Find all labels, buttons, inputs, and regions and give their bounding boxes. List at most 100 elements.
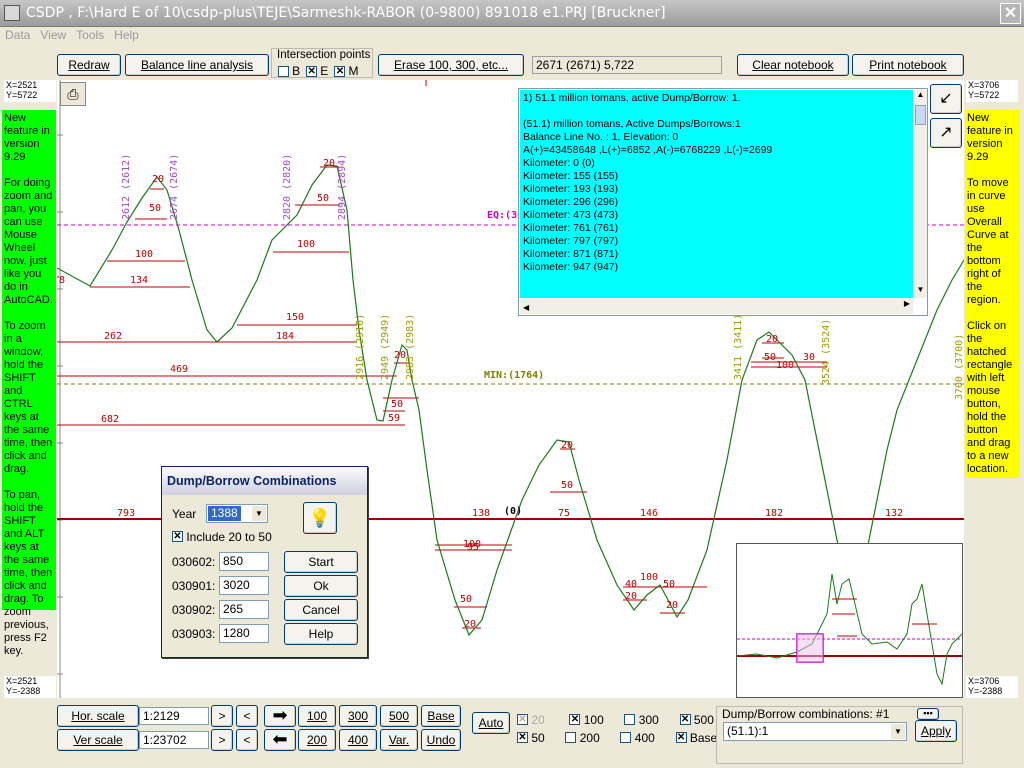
notebook-panel[interactable]: 1) 51.1 million tomans, active Dump/Borr… xyxy=(518,88,928,316)
ver-scale-input[interactable]: 1:23702 xyxy=(139,731,209,749)
auto-button[interactable]: Auto xyxy=(472,712,510,734)
haul-label: 182 xyxy=(765,508,784,519)
check-100[interactable]: ✕ xyxy=(569,714,581,726)
haul-label: 100 xyxy=(297,239,316,250)
app-icon xyxy=(4,5,20,21)
close-button[interactable]: ✕ xyxy=(1000,3,1021,24)
row-label: 030602: xyxy=(172,555,216,569)
haul-label: 8 xyxy=(59,275,66,286)
lightbulb-icon[interactable]: 💡 xyxy=(303,502,337,534)
row-value-input[interactable]: 1280 xyxy=(219,624,269,643)
check-base[interactable]: ✕ xyxy=(675,732,687,744)
hor-scale-button[interactable]: Hor. scale xyxy=(57,705,139,727)
scroll-right-icon[interactable]: ▶ xyxy=(904,299,913,308)
notebook-line: Kilometer: 761 (761) xyxy=(523,222,619,234)
more-icon[interactable]: ▪▪▪ xyxy=(917,708,939,720)
haul-label: 20 xyxy=(561,440,574,451)
ver-next-button[interactable]: > xyxy=(211,729,233,751)
chevron-down-icon[interactable]: ▼ xyxy=(891,724,905,739)
ok-button[interactable]: Ok xyxy=(284,575,358,597)
check-50[interactable]: ✕ xyxy=(517,732,528,744)
haul-label: 138 xyxy=(472,508,491,519)
clear-notebook-button[interactable]: Clear notebook xyxy=(737,54,849,76)
notebook-vscrollbar[interactable]: ▲ ▼ xyxy=(914,90,927,298)
check-200[interactable] xyxy=(565,732,577,744)
dump-borrow-dialog: Dump/Borrow Combinations Year 1388 ▼ 💡 ✕… xyxy=(161,466,368,658)
notebook-line: (51.1) million tomans, Active Dumps/Borr… xyxy=(523,118,741,130)
haul-label: 50 xyxy=(317,193,330,204)
include-checkbox[interactable]: ✕ xyxy=(172,531,183,543)
haul-label: 469 xyxy=(170,364,189,375)
apply-button[interactable]: Apply xyxy=(915,720,957,742)
haul-label: 40 xyxy=(625,579,638,590)
notebook-hscrollbar[interactable]: ◀ ▶ xyxy=(520,299,913,314)
notebook-line: A(+)=43458648 ,L(+)=6852 ,A(-)=6768229 ,… xyxy=(523,144,773,156)
check-300[interactable] xyxy=(624,714,636,726)
coord-top-right: X=3706 Y=5722 xyxy=(966,80,1018,102)
row-value-input[interactable]: 3020 xyxy=(219,576,269,595)
ver-scale-button[interactable]: Ver scale xyxy=(57,729,139,751)
row-value-input[interactable]: 850 xyxy=(219,552,269,571)
balance-line-button[interactable]: Balance line analysis xyxy=(125,54,269,76)
checkbox-e[interactable]: ✕ xyxy=(306,65,318,77)
cancel-button[interactable]: Cancel xyxy=(284,599,358,621)
include-label: Include 20 to 50 xyxy=(186,529,272,544)
haul-label: 132 xyxy=(885,508,904,519)
arrow-left-icon[interactable]: ⬅ xyxy=(264,729,296,751)
scroll-down-icon[interactable]: ▼ xyxy=(914,285,927,298)
checkbox-m[interactable]: ✕ xyxy=(334,65,346,77)
haul-label: 184 xyxy=(276,331,295,342)
overall-curve-panel[interactable] xyxy=(736,543,963,698)
btn-100[interactable]: 100 xyxy=(298,705,336,727)
scroll-thumb[interactable] xyxy=(915,105,926,125)
notebook-line: Kilometer: 296 (296) xyxy=(523,196,619,208)
scroll-up-icon[interactable]: ▲ xyxy=(914,90,927,103)
ver-prev-button[interactable]: < xyxy=(236,729,258,751)
hor-prev-button[interactable]: < xyxy=(236,705,258,727)
redraw-button[interactable]: Redraw xyxy=(57,54,121,76)
haul-checkboxes-row2: ✕ 50 200 400 ✕ Base xyxy=(517,730,718,745)
menu-tools[interactable]: Tools xyxy=(71,27,109,43)
check-500[interactable]: ✕ xyxy=(679,714,691,726)
btn-400[interactable]: 400 xyxy=(339,729,377,751)
btn-500[interactable]: 500 xyxy=(380,705,418,727)
btn-200[interactable]: 200 xyxy=(298,729,336,751)
year-select[interactable]: 1388 ▼ xyxy=(206,504,268,523)
btn-var[interactable]: Var. xyxy=(380,729,418,751)
printer-icon[interactable]: ⎙ xyxy=(60,82,86,106)
start-button[interactable]: Start xyxy=(284,551,358,573)
right-help-note: New feature in version 9.29 To move in c… xyxy=(965,110,1020,478)
check-400[interactable] xyxy=(620,732,632,744)
haul-label: 30 xyxy=(803,352,816,363)
btn-undo[interactable]: Undo xyxy=(421,729,461,751)
undock-icon[interactable]: ↙ xyxy=(930,84,962,114)
menu-help[interactable]: Help xyxy=(109,27,144,43)
print-notebook-button[interactable]: Print notebook xyxy=(852,54,964,76)
notebook-line: Kilometer: 193 (193) xyxy=(523,183,619,195)
checkbox-b[interactable] xyxy=(278,65,289,77)
btn-300[interactable]: 300 xyxy=(339,705,377,727)
check-20[interactable]: ✕ xyxy=(517,714,528,726)
hor-next-button[interactable]: > xyxy=(211,705,233,727)
menu-view[interactable]: View xyxy=(35,27,71,43)
coord-bottom-right: X=3706 Y=-2388 xyxy=(966,676,1018,698)
combinations-select[interactable]: (51.1):1 ▼ xyxy=(723,722,907,741)
hor-scale-input[interactable]: 1:2129 xyxy=(139,707,209,725)
haul-label: 50 xyxy=(391,399,404,410)
help-button[interactable]: Help xyxy=(284,623,358,645)
btn-base[interactable]: Base xyxy=(421,705,461,727)
chainage-label: 2916 (2916) xyxy=(355,313,366,380)
dock-icon[interactable]: ↗ xyxy=(930,118,962,148)
scroll-left-icon[interactable]: ◀ xyxy=(520,303,529,312)
haul-label: 20 xyxy=(394,350,407,361)
arrow-right-icon[interactable]: ➡ xyxy=(264,705,296,727)
haul-label: 20 xyxy=(766,334,779,345)
erase-button[interactable]: Erase 100, 300, etc... xyxy=(378,54,524,76)
notebook-line: Kilometer: 155 (155) xyxy=(523,170,619,182)
chevron-down-icon[interactable]: ▼ xyxy=(252,506,266,521)
haul-label: 50 xyxy=(663,579,676,590)
notebook-line: Kilometer: 871 (871) xyxy=(523,248,619,260)
menu-data[interactable]: Data xyxy=(0,27,35,43)
notebook-line: Kilometer: 473 (473) xyxy=(523,209,619,221)
row-value-input[interactable]: 265 xyxy=(219,600,269,619)
